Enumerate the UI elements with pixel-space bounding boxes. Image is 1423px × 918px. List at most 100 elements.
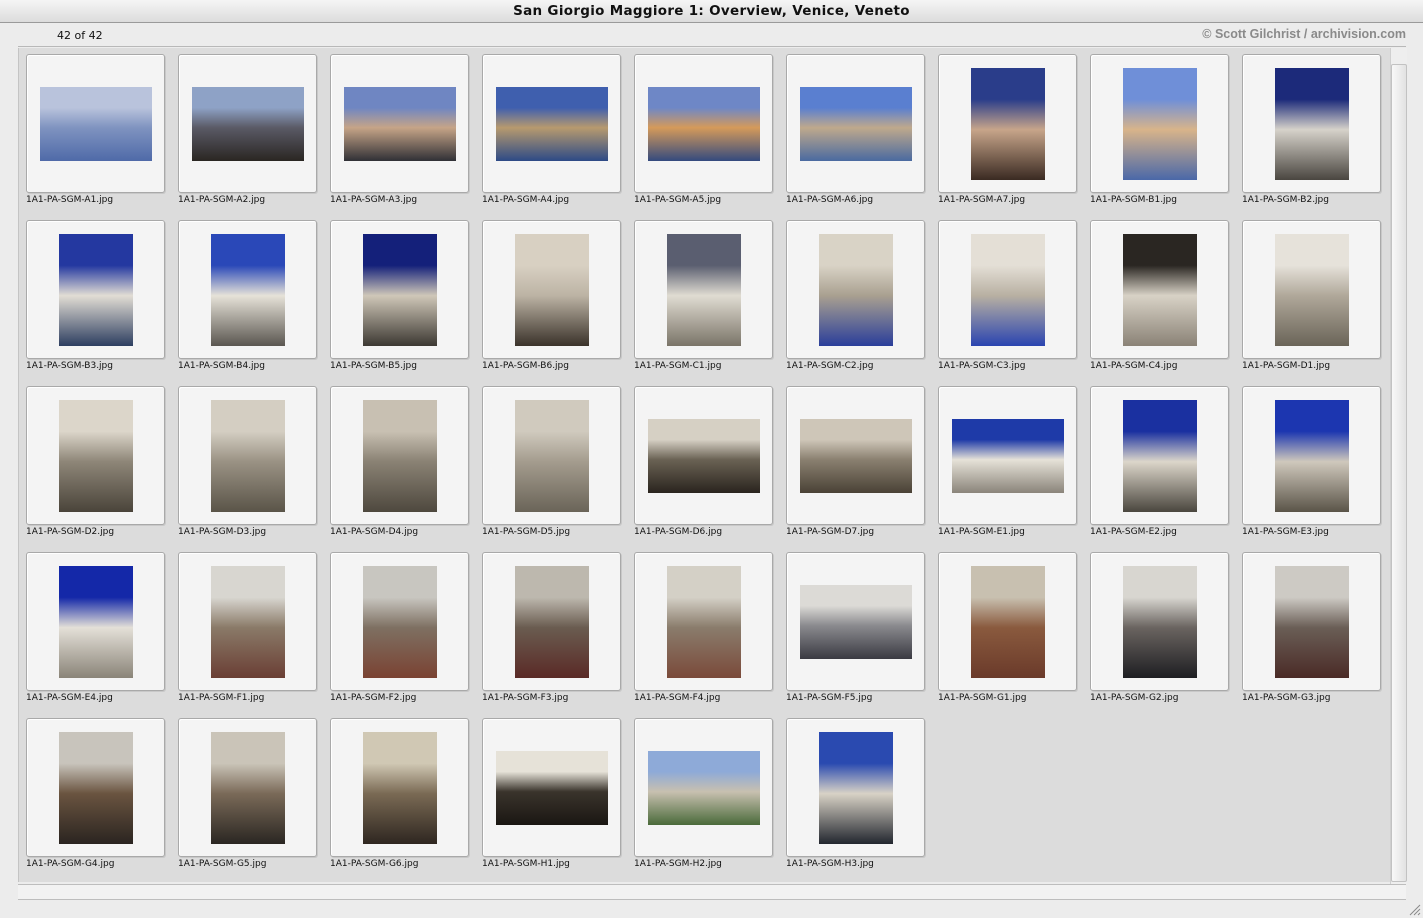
thumbnail-item[interactable]: 1A1-PA-SGM-G2.jpg: [1090, 552, 1230, 712]
thumbnail-image[interactable]: [515, 566, 589, 678]
thumbnail-image[interactable]: [819, 234, 893, 346]
thumbnail-image[interactable]: [971, 566, 1045, 678]
scrollbar-thumb[interactable]: [1391, 64, 1407, 882]
thumbnail-frame[interactable]: [938, 552, 1077, 691]
thumbnail-item[interactable]: 1A1-PA-SGM-D2.jpg: [26, 386, 166, 546]
thumbnail-frame[interactable]: [634, 386, 773, 525]
thumbnail-item[interactable]: 1A1-PA-SGM-G4.jpg: [26, 718, 166, 878]
thumbnail-item[interactable]: 1A1-PA-SGM-E1.jpg: [938, 386, 1078, 546]
thumbnail-item[interactable]: 1A1-PA-SGM-A7.jpg: [938, 54, 1078, 214]
thumbnail-image[interactable]: [59, 234, 133, 346]
thumbnail-frame[interactable]: [634, 718, 773, 857]
thumbnail-item[interactable]: 1A1-PA-SGM-G1.jpg: [938, 552, 1078, 712]
thumbnail-grid[interactable]: 1A1-PA-SGM-A1.jpg 1A1-PA-SGM-A2.jpg 1A1-PA…: [18, 48, 1391, 882]
thumbnail-image[interactable]: [1275, 400, 1349, 512]
thumbnail-image[interactable]: [648, 419, 760, 493]
thumbnail-frame[interactable]: [1242, 386, 1381, 525]
thumbnail-image[interactable]: [363, 400, 437, 512]
thumbnail-frame[interactable]: [482, 220, 621, 359]
thumbnail-image[interactable]: [344, 87, 456, 161]
thumbnail-item[interactable]: 1A1-PA-SGM-D1.jpg: [1242, 220, 1382, 380]
thumbnail-frame[interactable]: [330, 54, 469, 193]
thumbnail-image[interactable]: [59, 732, 133, 844]
thumbnail-image[interactable]: [363, 234, 437, 346]
thumbnail-image[interactable]: [363, 732, 437, 844]
thumbnail-frame[interactable]: [26, 220, 165, 359]
thumbnail-frame[interactable]: [330, 718, 469, 857]
thumbnail-image[interactable]: [800, 419, 912, 493]
thumbnail-frame[interactable]: [1242, 552, 1381, 691]
thumbnail-frame[interactable]: [26, 54, 165, 193]
thumbnail-item[interactable]: 1A1-PA-SGM-B6.jpg: [482, 220, 622, 380]
thumbnail-item[interactable]: 1A1-PA-SGM-C4.jpg: [1090, 220, 1230, 380]
thumbnail-frame[interactable]: [178, 54, 317, 193]
thumbnail-frame[interactable]: [938, 220, 1077, 359]
thumbnail-frame[interactable]: [938, 54, 1077, 193]
thumbnail-frame[interactable]: [330, 386, 469, 525]
horizontal-scrollbar[interactable]: [18, 884, 1406, 900]
thumbnail-frame[interactable]: [634, 54, 773, 193]
thumbnail-frame[interactable]: [26, 386, 165, 525]
thumbnail-image[interactable]: [515, 400, 589, 512]
resize-grip-icon[interactable]: [1407, 902, 1421, 916]
thumbnail-item[interactable]: 1A1-PA-SGM-D7.jpg: [786, 386, 926, 546]
thumbnail-image[interactable]: [192, 87, 304, 161]
thumbnail-item[interactable]: 1A1-PA-SGM-B1.jpg: [1090, 54, 1230, 214]
thumbnail-image[interactable]: [1123, 566, 1197, 678]
thumbnail-image[interactable]: [211, 566, 285, 678]
thumbnail-image[interactable]: [1275, 234, 1349, 346]
thumbnail-frame[interactable]: [482, 552, 621, 691]
thumbnail-item[interactable]: 1A1-PA-SGM-E4.jpg: [26, 552, 166, 712]
thumbnail-item[interactable]: 1A1-PA-SGM-F5.jpg: [786, 552, 926, 712]
thumbnail-item[interactable]: 1A1-PA-SGM-H1.jpg: [482, 718, 622, 878]
thumbnail-item[interactable]: 1A1-PA-SGM-A6.jpg: [786, 54, 926, 214]
thumbnail-item[interactable]: 1A1-PA-SGM-D3.jpg: [178, 386, 318, 546]
thumbnail-image[interactable]: [1275, 566, 1349, 678]
thumbnail-item[interactable]: 1A1-PA-SGM-A2.jpg: [178, 54, 318, 214]
thumbnail-frame[interactable]: [634, 552, 773, 691]
thumbnail-image[interactable]: [496, 87, 608, 161]
thumbnail-item[interactable]: 1A1-PA-SGM-A4.jpg: [482, 54, 622, 214]
thumbnail-frame[interactable]: [178, 552, 317, 691]
thumbnail-image[interactable]: [800, 87, 912, 161]
thumbnail-image[interactable]: [952, 419, 1064, 493]
thumbnail-item[interactable]: 1A1-PA-SGM-B2.jpg: [1242, 54, 1382, 214]
thumbnail-image[interactable]: [819, 732, 893, 844]
thumbnail-frame[interactable]: [26, 718, 165, 857]
thumbnail-frame[interactable]: [786, 220, 925, 359]
thumbnail-frame[interactable]: [178, 220, 317, 359]
thumbnail-item[interactable]: 1A1-PA-SGM-D4.jpg: [330, 386, 470, 546]
thumbnail-item[interactable]: 1A1-PA-SGM-F4.jpg: [634, 552, 774, 712]
thumbnail-frame[interactable]: [330, 552, 469, 691]
thumbnail-frame[interactable]: [26, 552, 165, 691]
thumbnail-image[interactable]: [1275, 68, 1349, 180]
thumbnail-image[interactable]: [59, 566, 133, 678]
thumbnail-image[interactable]: [1123, 234, 1197, 346]
thumbnail-item[interactable]: 1A1-PA-SGM-C1.jpg: [634, 220, 774, 380]
thumbnail-frame[interactable]: [634, 220, 773, 359]
thumbnail-frame[interactable]: [1090, 386, 1229, 525]
thumbnail-frame[interactable]: [786, 54, 925, 193]
thumbnail-frame[interactable]: [1090, 220, 1229, 359]
thumbnail-item[interactable]: 1A1-PA-SGM-D6.jpg: [634, 386, 774, 546]
thumbnail-image[interactable]: [40, 87, 152, 161]
thumbnail-item[interactable]: 1A1-PA-SGM-A3.jpg: [330, 54, 470, 214]
thumbnail-item[interactable]: 1A1-PA-SGM-A1.jpg: [26, 54, 166, 214]
thumbnail-image[interactable]: [211, 234, 285, 346]
thumbnail-image[interactable]: [211, 732, 285, 844]
thumbnail-image[interactable]: [59, 400, 133, 512]
thumbnail-item[interactable]: 1A1-PA-SGM-G3.jpg: [1242, 552, 1382, 712]
thumbnail-item[interactable]: 1A1-PA-SGM-E2.jpg: [1090, 386, 1230, 546]
thumbnail-image[interactable]: [648, 751, 760, 825]
thumbnail-item[interactable]: 1A1-PA-SGM-A5.jpg: [634, 54, 774, 214]
thumbnail-image[interactable]: [971, 68, 1045, 180]
thumbnail-image[interactable]: [1123, 400, 1197, 512]
thumbnail-image[interactable]: [667, 566, 741, 678]
thumbnail-item[interactable]: 1A1-PA-SGM-D5.jpg: [482, 386, 622, 546]
thumbnail-image[interactable]: [800, 585, 912, 659]
thumbnail-item[interactable]: 1A1-PA-SGM-H2.jpg: [634, 718, 774, 878]
thumbnail-frame[interactable]: [178, 718, 317, 857]
thumbnail-item[interactable]: 1A1-PA-SGM-C2.jpg: [786, 220, 926, 380]
thumbnail-item[interactable]: 1A1-PA-SGM-B3.jpg: [26, 220, 166, 380]
thumbnail-frame[interactable]: [330, 220, 469, 359]
